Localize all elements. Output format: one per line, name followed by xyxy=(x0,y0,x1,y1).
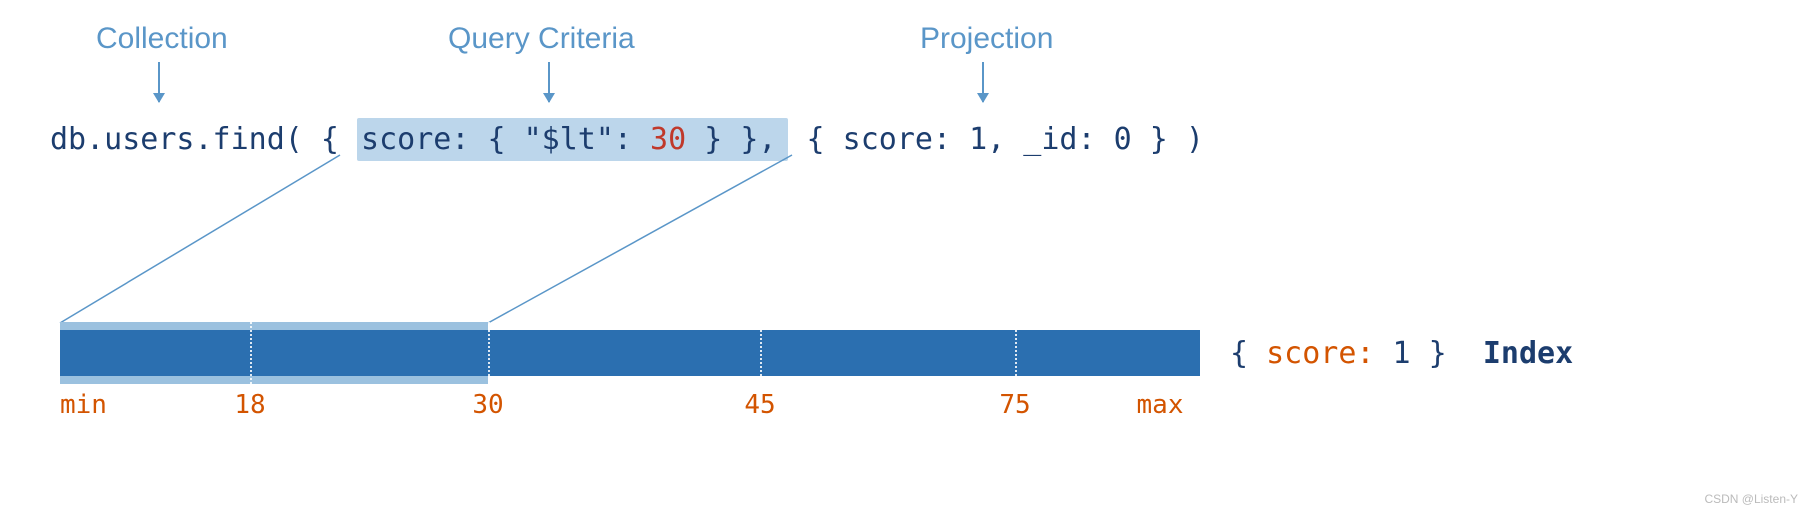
arrow-down-icon xyxy=(982,62,984,102)
label-collection: Collection xyxy=(96,22,228,56)
index-field: score: xyxy=(1266,336,1374,371)
axis-max: max xyxy=(1137,390,1184,420)
guide-lines xyxy=(0,0,1810,516)
axis-18: 18 xyxy=(234,390,265,420)
code-highlight-pre: score: { "$lt": xyxy=(361,122,650,157)
label-projection: Projection xyxy=(920,22,1053,56)
axis-45: 45 xyxy=(744,390,775,420)
code-highlight-post: } }, xyxy=(686,122,776,157)
index-value: 1 xyxy=(1375,336,1411,371)
code-highlight: score: { "$lt": 30 } }, xyxy=(357,118,788,161)
brace-open: { xyxy=(1230,336,1266,371)
index-bar-highlight-inner xyxy=(60,330,488,376)
arrow-down-icon xyxy=(158,62,160,102)
query-code: db.users.find( { score: { "$lt": 30 } },… xyxy=(50,118,1204,161)
axis-75: 75 xyxy=(999,390,1030,420)
index-word: Index xyxy=(1483,336,1573,371)
code-projection: { score: 1, _id: 0 } ) xyxy=(788,122,1203,157)
tick-line xyxy=(1015,322,1017,384)
watermark: CSDN @Listen-Y xyxy=(1704,492,1798,506)
axis-30: 30 xyxy=(472,390,503,420)
label-query-criteria: Query Criteria xyxy=(448,22,635,56)
tick-line xyxy=(760,322,762,384)
axis-min: min xyxy=(60,390,107,420)
tick-line xyxy=(250,322,252,384)
tick-line xyxy=(488,322,490,384)
arrow-down-icon xyxy=(548,62,550,102)
code-prefix: db.users.find( { xyxy=(50,122,357,157)
code-highlight-num: 30 xyxy=(650,122,686,157)
index-legend: { score: 1 } Index xyxy=(1230,336,1573,371)
labels-row: Collection Query Criteria Projection xyxy=(0,22,1810,62)
index-bar xyxy=(60,330,1200,376)
brace-close: } xyxy=(1411,336,1447,371)
